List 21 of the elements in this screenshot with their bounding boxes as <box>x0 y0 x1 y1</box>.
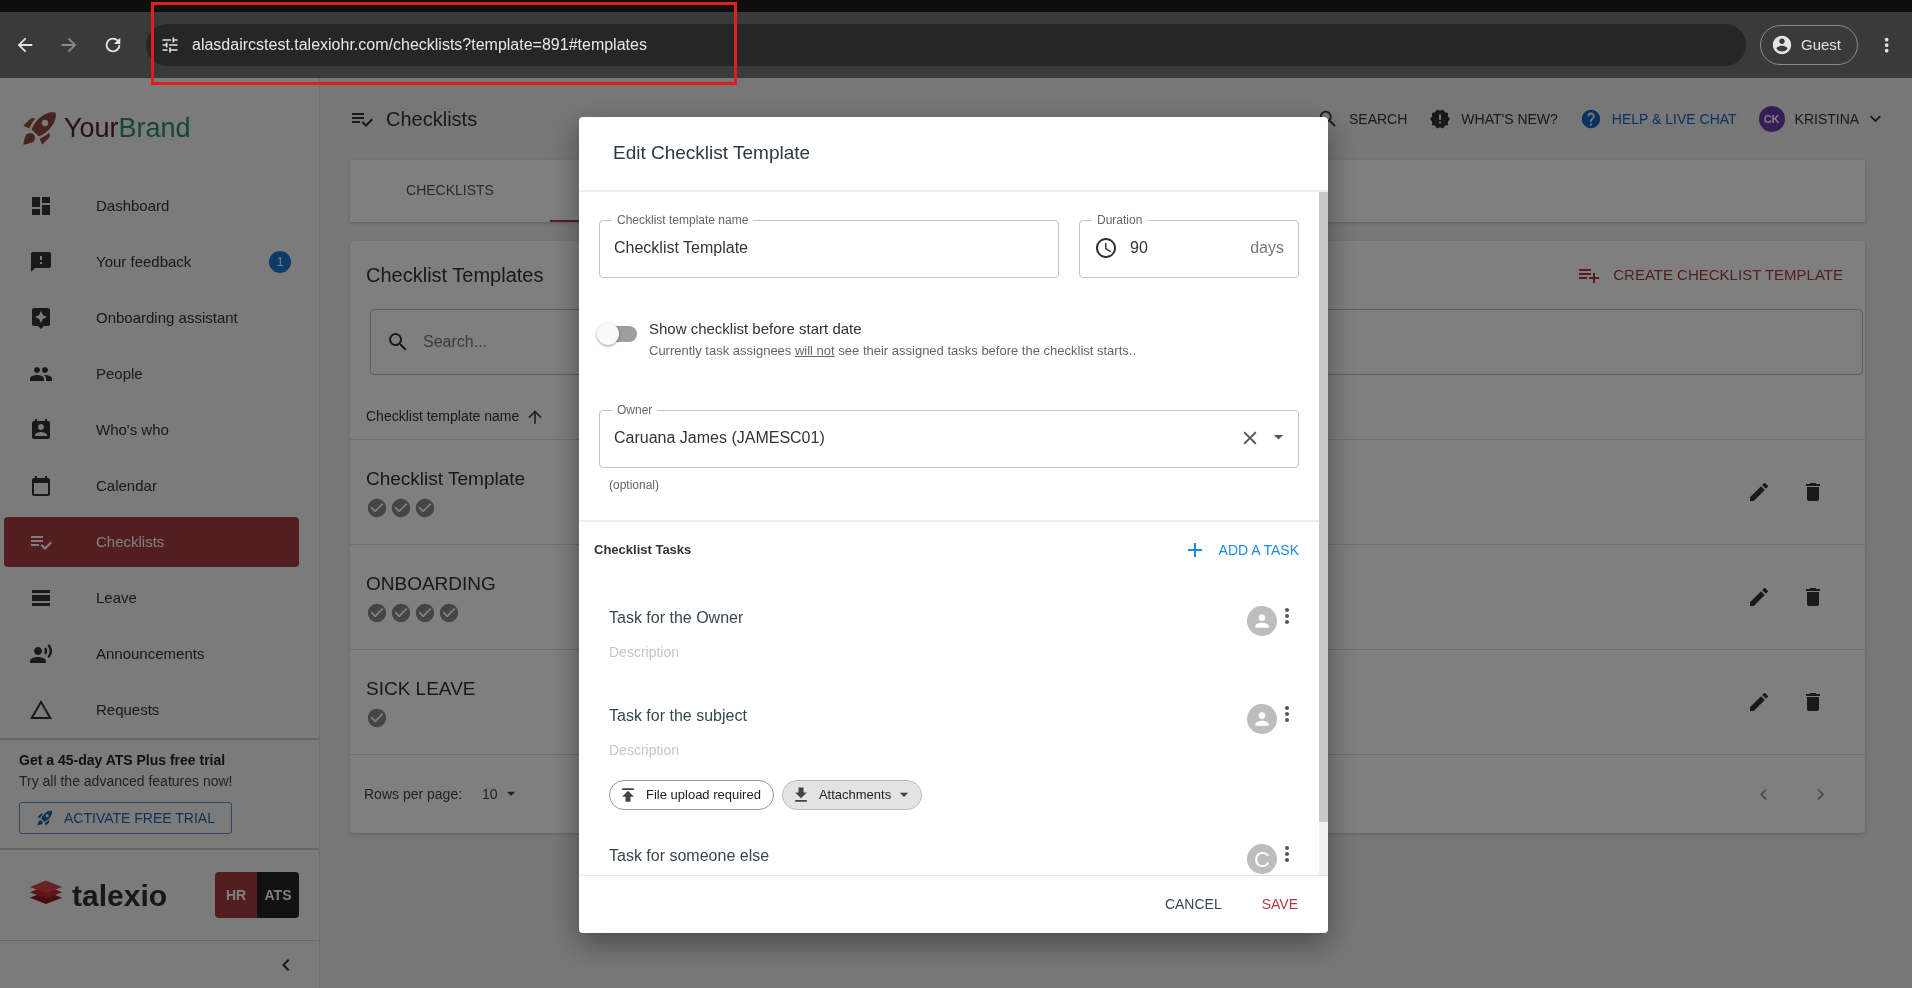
user-avatar: CK <box>1758 106 1785 132</box>
count-badge: 1 <box>269 251 291 273</box>
trial-text: Try all the advanced features now! <box>19 772 234 791</box>
template-name: SICK LEAVE <box>366 676 476 701</box>
section-title: Checklist Tasks <box>594 541 692 560</box>
trial-title: Get a 45-day ATS Plus free trial <box>19 751 227 770</box>
task-title: Task for someone else <box>609 846 771 866</box>
page-title: Checklists <box>386 107 478 132</box>
helper-text: (optional) <box>609 477 661 494</box>
toggle-hint: Currently task assignees will not see their assigned tasks before the checklist starts.. <box>649 341 1136 360</box>
brand-name: YourBrand <box>64 111 191 145</box>
card-title: Checklist Templates <box>366 263 544 288</box>
task-title: Task for the Owner <box>609 608 745 628</box>
talexio-logo-text: talexio <box>72 877 168 914</box>
rows-per-page-label: Rows per page: <box>364 784 463 804</box>
dialog-title: Edit Checklist Template <box>613 141 811 166</box>
task-title: Task for the subject <box>609 706 748 726</box>
url-text: alasdaircstest.talexiohr.com/checklists?template=891#templates <box>192 35 647 55</box>
toggle-label: Show checklist before start date <box>649 319 863 339</box>
template-name: ONBOARDING <box>366 571 496 596</box>
template-name: Checklist Template <box>366 466 526 491</box>
